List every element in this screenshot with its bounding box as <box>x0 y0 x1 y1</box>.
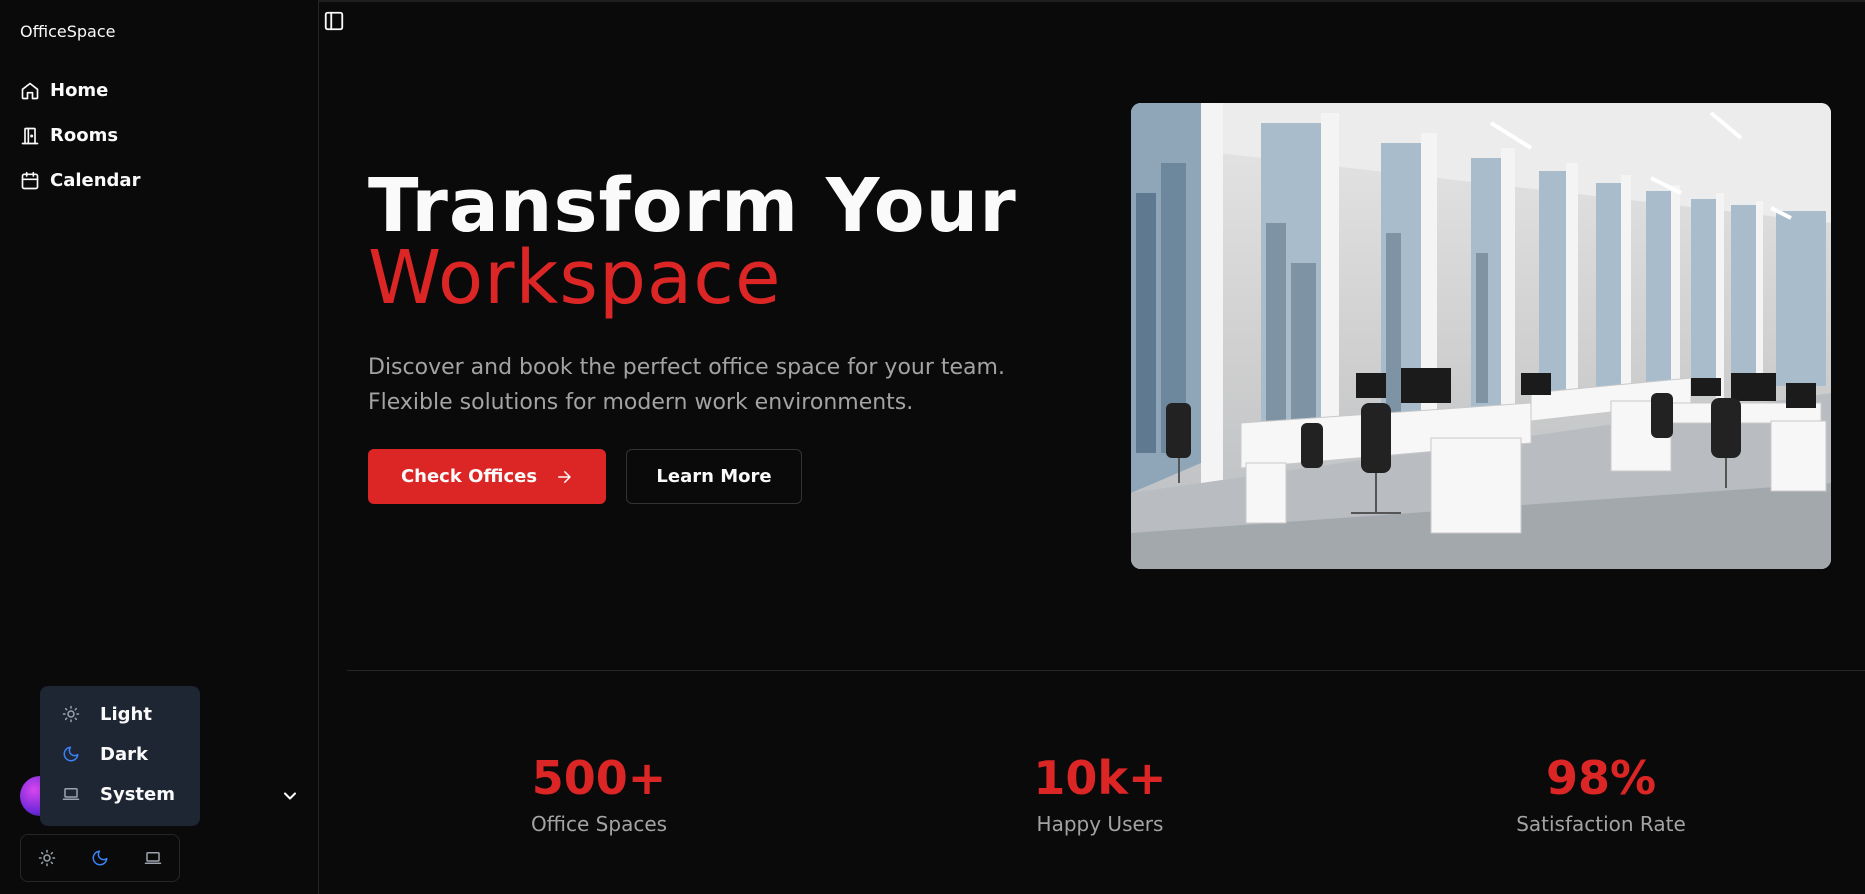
stat-value: 98% <box>1545 751 1657 805</box>
stat-value: 10k+ <box>1033 751 1167 805</box>
check-offices-button[interactable]: Check Offices <box>368 449 606 504</box>
stat-label: Office Spaces <box>530 812 668 836</box>
stat-happy-users: 10k+ Happy Users <box>950 752 1250 836</box>
sidebar-item-label: Calendar <box>50 170 141 191</box>
sun-icon <box>39 849 56 867</box>
moon-icon <box>62 745 80 763</box>
laptop-icon <box>62 785 80 803</box>
theme-option-label: System <box>100 783 175 805</box>
sidebar-nav: Home Rooms Calendar <box>20 68 140 203</box>
hero-office-image <box>1131 103 1831 569</box>
check-offices-label: Check Offices <box>400 466 538 487</box>
stat-label: Satisfaction Rate <box>1516 812 1686 836</box>
sidebar-item-rooms[interactable]: Rooms <box>20 113 140 158</box>
arrow-right-icon <box>558 470 571 483</box>
hero-description: Discover and book the perfect office spa… <box>368 350 1008 420</box>
hero-title-accent: Workspace <box>368 235 782 321</box>
theme-system-button[interactable] <box>133 838 173 878</box>
home-icon <box>20 81 40 101</box>
section-divider <box>347 670 1865 671</box>
hero-description-line2: Flexible solutions for modern work envir… <box>368 390 914 415</box>
sidebar: OfficeSpace Home Rooms Calendar Light Da… <box>0 0 319 894</box>
stat-value: 500+ <box>531 751 667 805</box>
hero-title: Transform Your Workspace <box>368 169 1017 321</box>
theme-dark-button[interactable] <box>80 838 120 878</box>
chevron-down-icon[interactable] <box>280 786 300 806</box>
theme-light-button[interactable] <box>27 838 67 878</box>
top-bar <box>319 0 1865 2</box>
laptop-icon <box>144 852 161 864</box>
theme-option-light[interactable]: Light <box>40 694 200 734</box>
sun-icon <box>62 705 80 723</box>
hero-description-line1: Discover and book the perfect office spa… <box>368 355 1005 380</box>
sidebar-item-home[interactable]: Home <box>20 68 140 113</box>
calendar-icon <box>20 171 40 191</box>
theme-option-system[interactable]: System <box>40 774 200 814</box>
sidebar-toggle-icon[interactable] <box>323 10 345 32</box>
theme-option-label: Light <box>100 703 152 725</box>
office-illustration <box>1131 103 1831 569</box>
learn-more-label: Learn More <box>656 466 772 487</box>
moon-icon <box>92 850 108 866</box>
theme-option-dark[interactable]: Dark <box>40 734 200 774</box>
stat-label: Happy Users <box>1036 812 1164 836</box>
stat-office-spaces: 500+ Office Spaces <box>449 752 749 836</box>
sidebar-item-label: Home <box>50 80 109 101</box>
brand-title[interactable]: OfficeSpace <box>20 22 115 41</box>
sidebar-item-calendar[interactable]: Calendar <box>20 158 140 203</box>
sidebar-item-label: Rooms <box>50 125 119 146</box>
learn-more-button[interactable]: Learn More <box>626 449 802 504</box>
theme-option-label: Dark <box>100 743 148 765</box>
stat-satisfaction-rate: 98% Satisfaction Rate <box>1451 752 1751 836</box>
theme-menu: Light Dark System <box>40 686 200 826</box>
theme-switcher <box>20 834 180 882</box>
door-icon <box>20 126 40 146</box>
